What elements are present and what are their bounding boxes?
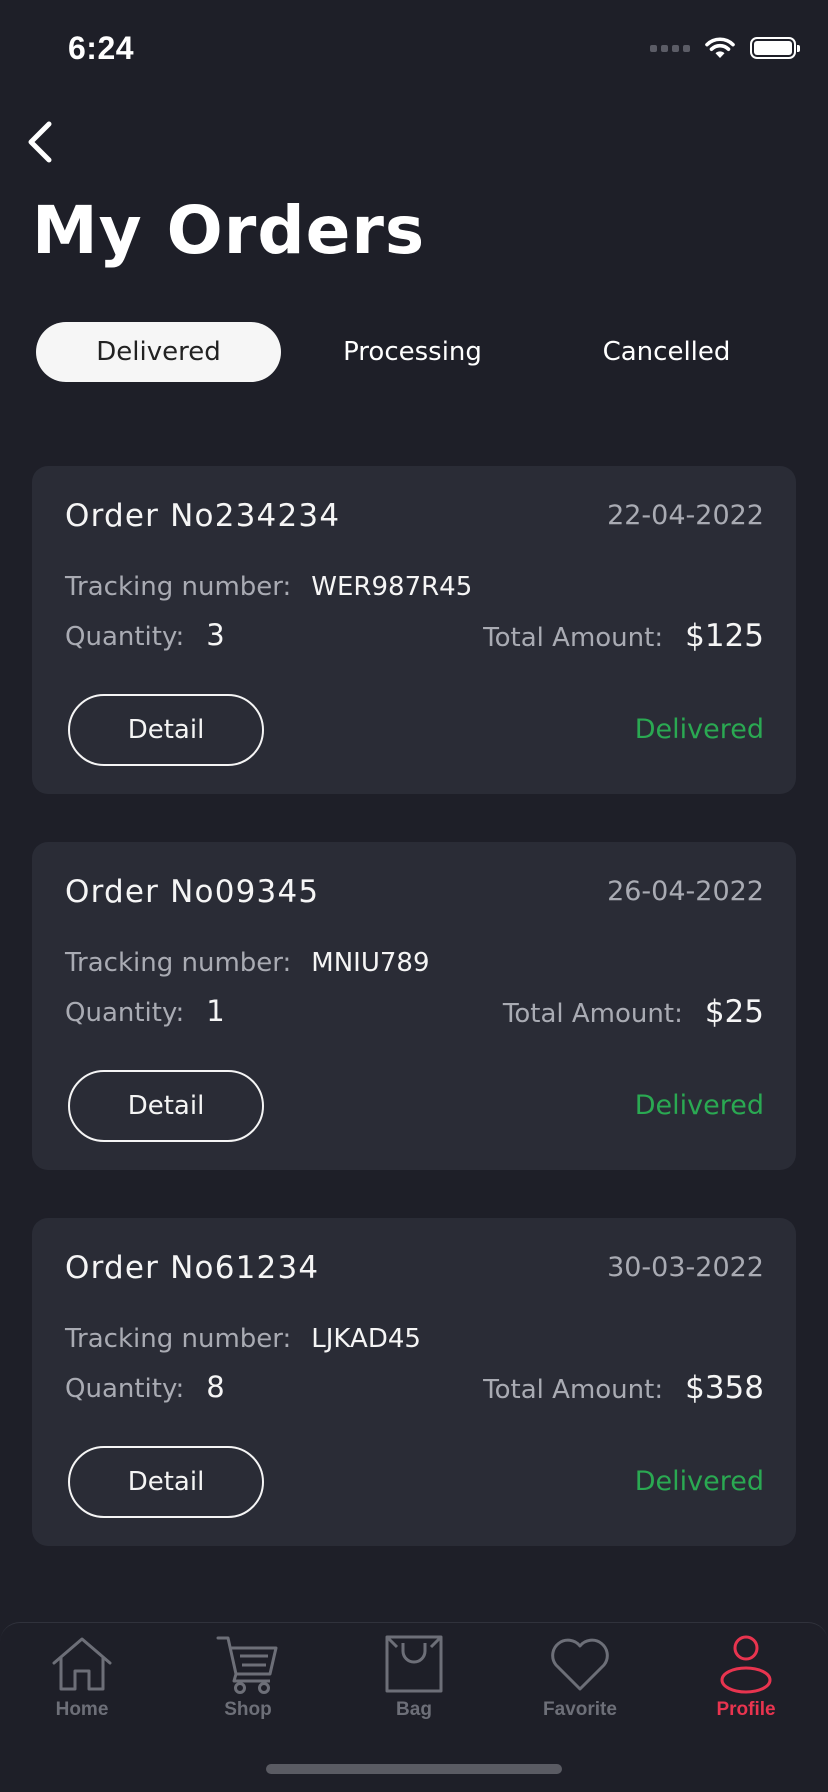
order-number: Order No234234 [65, 498, 341, 534]
tab-cancelled[interactable]: Cancelled [544, 322, 789, 382]
quantity-row: Quantity: 1 [65, 994, 225, 1028]
status-time: 6:24 [68, 30, 135, 66]
heart-icon [547, 1631, 613, 1697]
bag-icon [381, 1631, 447, 1697]
order-card: Order No09345 26-04-2022 Tracking number… [32, 842, 796, 1170]
tracking-row: Tracking number: LJKAD45 [65, 1324, 421, 1354]
order-status: Delivered [634, 1466, 764, 1497]
order-status-tabs: Delivered Processing Cancelled [36, 322, 798, 382]
order-status: Delivered [634, 1090, 764, 1121]
page-title: My Orders [32, 192, 426, 269]
nav-shop[interactable]: Shop [178, 1631, 318, 1731]
orders-screen: 6:24 My Orders Delivered Processing Canc… [0, 0, 828, 1792]
total-amount: $358 [685, 1370, 764, 1406]
back-button[interactable] [14, 112, 66, 172]
total-row: Total Amount: $125 [483, 618, 764, 654]
total-row: Total Amount: $358 [483, 1370, 764, 1406]
detail-button[interactable]: Detail [68, 1070, 264, 1142]
nav-bag[interactable]: Bag [344, 1631, 484, 1731]
quantity-row: Quantity: 8 [65, 1370, 225, 1404]
order-card: Order No234234 22-04-2022 Tracking numbe… [32, 466, 796, 794]
tracking-number: WER987R45 [311, 572, 473, 602]
wifi-icon [705, 37, 735, 58]
quantity-label: Quantity: [65, 1374, 185, 1404]
nav-favorite[interactable]: Favorite [510, 1631, 650, 1731]
battery-icon [750, 37, 800, 59]
tracking-label: Tracking number: [65, 948, 292, 978]
home-icon [49, 1631, 115, 1697]
order-status: Delivered [634, 714, 764, 745]
home-indicator[interactable] [266, 1764, 562, 1774]
nav-profile-label: Profile [716, 1699, 776, 1720]
order-date: 30-03-2022 [607, 1252, 764, 1283]
quantity-value: 8 [206, 1370, 225, 1404]
nav-profile[interactable]: Profile [676, 1631, 816, 1731]
profile-icon [713, 1631, 779, 1697]
tab-delivered[interactable]: Delivered [36, 322, 281, 382]
total-amount: $125 [685, 618, 764, 654]
status-bar: 6:24 [0, 0, 828, 100]
total-row: Total Amount: $25 [503, 994, 764, 1030]
tab-processing[interactable]: Processing [290, 322, 535, 382]
chevron-left-icon [28, 121, 52, 163]
detail-button[interactable]: Detail [68, 694, 264, 766]
order-number: Order No09345 [65, 874, 320, 910]
quantity-value: 3 [206, 618, 225, 652]
nav-home[interactable]: Home [12, 1631, 152, 1731]
nav-bag-label: Bag [396, 1699, 432, 1720]
quantity-label: Quantity: [65, 622, 185, 652]
total-amount: $25 [704, 994, 764, 1030]
tracking-label: Tracking number: [65, 572, 292, 602]
quantity-label: Quantity: [65, 998, 185, 1028]
quantity-value: 1 [206, 994, 225, 1028]
nav-favorite-label: Favorite [543, 1699, 617, 1720]
cellular-signal-icon [650, 44, 690, 52]
nav-shop-label: Shop [224, 1699, 272, 1720]
order-card: Order No61234 30-03-2022 Tracking number… [32, 1218, 796, 1546]
tracking-number: LJKAD45 [311, 1324, 421, 1354]
detail-button[interactable]: Detail [68, 1446, 264, 1518]
order-date: 26-04-2022 [607, 876, 764, 907]
status-icons [650, 36, 800, 60]
tracking-row: Tracking number: WER987R45 [65, 572, 472, 602]
total-label: Total Amount: [502, 999, 683, 1029]
quantity-row: Quantity: 3 [65, 618, 225, 652]
order-date: 22-04-2022 [607, 500, 764, 531]
order-number: Order No61234 [65, 1250, 320, 1286]
tracking-row: Tracking number: MNIU789 [65, 948, 430, 978]
nav-home-label: Home [55, 1699, 109, 1720]
total-label: Total Amount: [483, 1375, 664, 1405]
tracking-label: Tracking number: [65, 1324, 292, 1354]
cart-icon [215, 1631, 281, 1697]
tracking-number: MNIU789 [311, 948, 430, 978]
total-label: Total Amount: [483, 623, 664, 653]
